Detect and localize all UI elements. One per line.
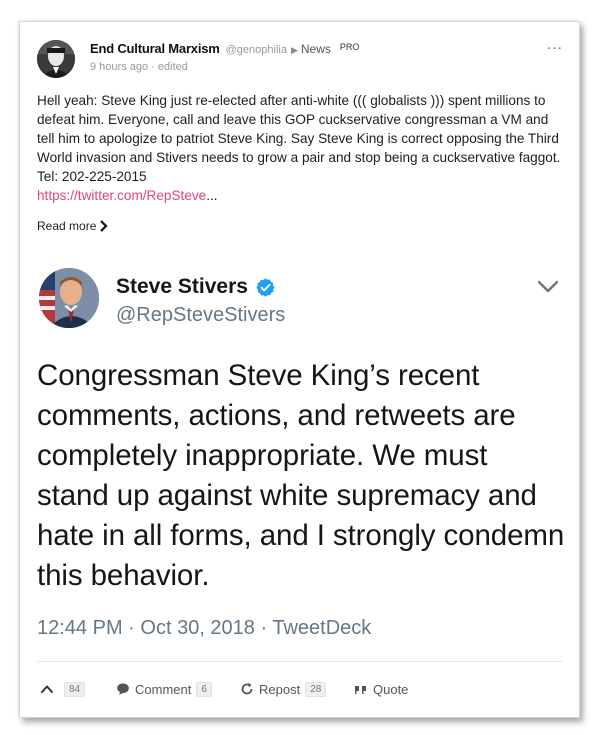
- action-bar: 84 Comment 6 Repost 28 Quote: [20, 674, 579, 704]
- upvote-count: 84: [64, 681, 86, 697]
- more-dots-icon[interactable]: ...: [547, 36, 563, 54]
- chevron-down-icon: [537, 280, 559, 293]
- repost-label: Repost: [259, 681, 301, 697]
- quote-icon: [355, 686, 366, 694]
- upvote-icon: [41, 685, 53, 693]
- author-avatar[interactable]: [37, 40, 75, 78]
- tweet-avatar: [39, 268, 99, 328]
- group-name[interactable]: News: [301, 42, 331, 56]
- post-body-text: Hell yeah: Steve King just re-elected af…: [37, 93, 561, 184]
- author-handle[interactable]: @genophilia: [226, 44, 287, 56]
- comment-button[interactable]: Comment 6: [116, 674, 212, 704]
- quote-button[interactable]: Quote: [354, 674, 408, 704]
- tweet-date: Oct 30, 2018: [140, 617, 255, 639]
- post-body: Hell yeah: Steve King just re-elected af…: [37, 91, 562, 205]
- tweet-divider: [37, 661, 562, 662]
- link-ellipsis: ...: [206, 188, 218, 203]
- read-more-link[interactable]: Read more: [37, 219, 109, 233]
- group-arrow-icon: ▶: [290, 45, 298, 55]
- chevron-right-icon: [100, 220, 108, 232]
- post-card: End Cultural Marxism @genophilia ▶ News …: [19, 21, 580, 718]
- comment-count: 6: [196, 681, 212, 697]
- edited-label: edited: [157, 61, 188, 73]
- upvote-button[interactable]: 84: [40, 674, 86, 704]
- post-meta: 9 hours ago · edited: [90, 61, 188, 73]
- tweet-meta: 12:44 PM · Oct 30, 2018 · TweetDeck: [37, 617, 371, 640]
- post-time[interactable]: 9 hours ago: [90, 61, 148, 73]
- author-name[interactable]: End Cultural Marxism: [90, 41, 220, 56]
- tweet-sep-2: ·: [260, 617, 268, 639]
- tweet-author-name-text: Steve Stivers: [116, 275, 248, 298]
- repost-icon: [241, 683, 253, 695]
- embedded-tweet: Steve Stivers @RepSteveStivers Congressm…: [20, 260, 579, 662]
- tweet-sep-1: ·: [128, 617, 135, 639]
- author-row: End Cultural Marxism @genophilia ▶ News …: [90, 41, 359, 59]
- meta-separator: ·: [151, 61, 158, 73]
- tweet-handle: @RepSteveStivers: [116, 304, 286, 326]
- repost-button[interactable]: Repost 28: [240, 674, 327, 704]
- tweet-author-name: Steve Stivers: [116, 275, 276, 299]
- tweet-time: 12:44 PM: [37, 617, 123, 639]
- comment-label: Comment: [135, 681, 192, 697]
- pro-badge: PRO: [339, 42, 360, 52]
- repost-count: 28: [305, 681, 327, 697]
- quote-label: Quote: [373, 681, 409, 697]
- read-more-label: Read more: [37, 219, 97, 233]
- verified-badge-icon: [256, 277, 275, 297]
- tweet-text: Congressman Steve King’s recent comments…: [37, 359, 565, 592]
- post-link[interactable]: https://twitter.com/RepSteve: [37, 188, 206, 203]
- tweet-client: TweetDeck: [272, 617, 372, 639]
- comment-icon: [117, 683, 129, 695]
